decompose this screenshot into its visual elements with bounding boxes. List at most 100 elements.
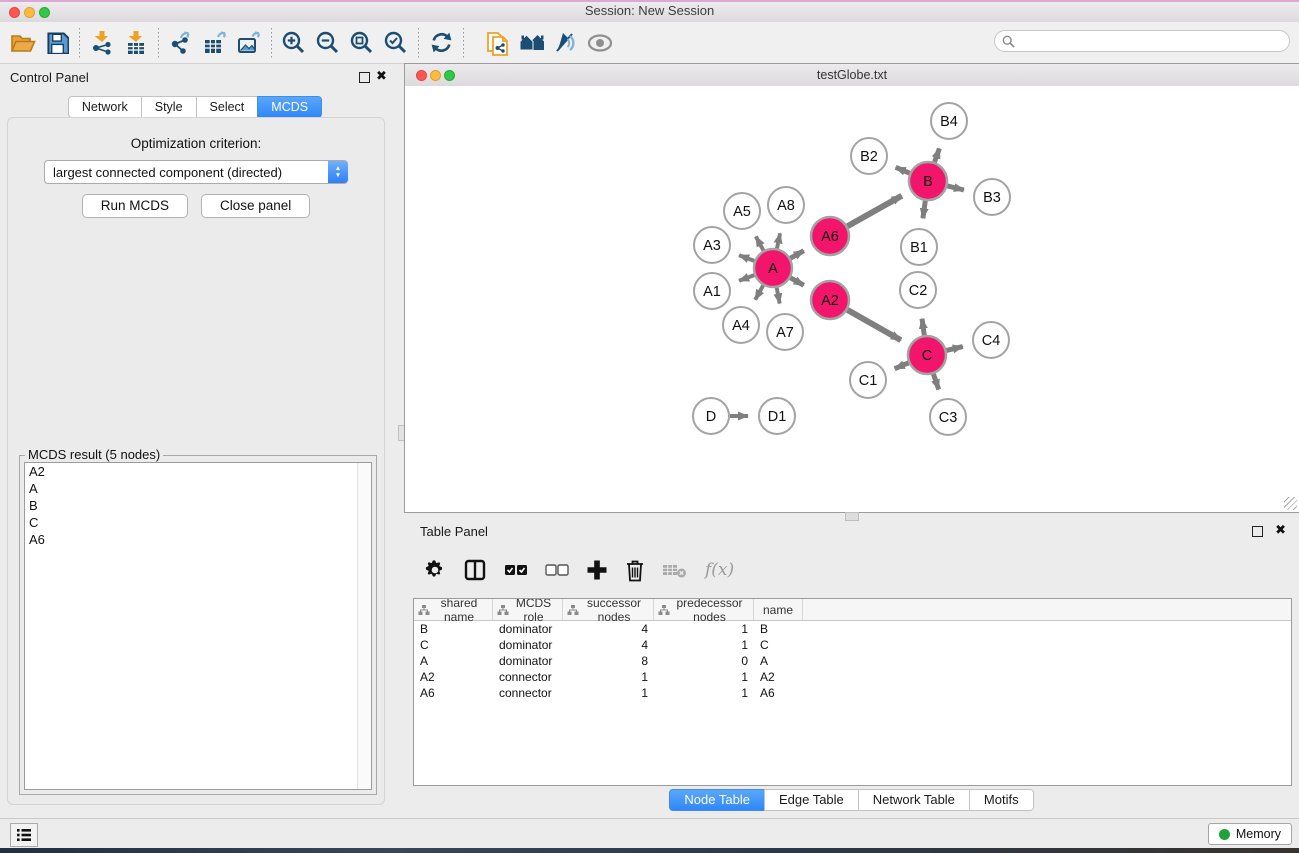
- graph-node-A4[interactable]: A4: [723, 307, 759, 343]
- open-session-button[interactable]: [6, 27, 40, 59]
- refresh-button[interactable]: [424, 27, 458, 59]
- home-button[interactable]: [515, 27, 549, 59]
- delete-table-button[interactable]: [662, 555, 688, 585]
- table-row-a[interactable]: Adominator80A: [414, 653, 1291, 669]
- close-panel-icon[interactable]: ✖: [376, 69, 387, 83]
- tab-style[interactable]: Style: [141, 96, 197, 118]
- table-tab-edge-table[interactable]: Edge Table: [764, 789, 859, 811]
- graph-node-A5[interactable]: A5: [724, 193, 760, 229]
- search-field[interactable]: [994, 30, 1290, 52]
- graph-edge-A-A3[interactable]: [739, 255, 754, 261]
- memory-button[interactable]: Memory: [1208, 823, 1292, 845]
- graph-node-A1[interactable]: A1: [694, 273, 730, 309]
- table-settings-button[interactable]: [424, 555, 446, 585]
- zoom-fit-button[interactable]: [345, 27, 379, 59]
- table-row-b[interactable]: Bdominator41B: [414, 621, 1291, 637]
- graph-edge-A-A7[interactable]: [777, 288, 780, 304]
- network-canvas[interactable]: B4 B2 B B3 A8A5 A6 A3 B1 A C2 A1 A2 A4A7 C4 C C1 D D1 C3: [405, 86, 1299, 512]
- graph-node-C4[interactable]: C4: [973, 322, 1009, 358]
- window-resize-grip[interactable]: [1284, 497, 1297, 510]
- graph-node-B3[interactable]: B3: [974, 179, 1010, 215]
- graph-node-D[interactable]: D: [693, 398, 729, 434]
- table-tab-motifs[interactable]: Motifs: [969, 789, 1034, 811]
- hide-graphics-details-button[interactable]: [549, 27, 583, 59]
- show-hide-panels-button[interactable]: [583, 27, 617, 59]
- graph-node-A6[interactable]: A6: [811, 217, 849, 255]
- tab-select[interactable]: Select: [196, 96, 259, 118]
- graph-edge-B-B2[interactable]: [896, 167, 910, 173]
- graph-edge-A-A6[interactable]: [790, 251, 803, 259]
- zoom-selected-button[interactable]: [379, 27, 413, 59]
- table-tab-node-table[interactable]: Node Table: [669, 789, 765, 811]
- result-item-a2[interactable]: A2: [25, 463, 371, 480]
- session-details-button[interactable]: [481, 27, 515, 59]
- graph-edge-A-A2[interactable]: [790, 278, 803, 286]
- graph-edge-B-B1[interactable]: [923, 201, 925, 219]
- result-item-b[interactable]: B: [25, 497, 371, 514]
- result-item-c[interactable]: C: [25, 514, 371, 531]
- float-panel-icon[interactable]: [359, 72, 370, 83]
- import-network-button[interactable]: [85, 27, 119, 59]
- table-close-panel-icon[interactable]: ✖: [1275, 523, 1286, 537]
- column-header-predecessor-nodes[interactable]: predecessor nodes: [654, 599, 754, 620]
- import-table-button[interactable]: [119, 27, 153, 59]
- table-row-a2[interactable]: A2connector11A2: [414, 669, 1291, 685]
- column-header-name[interactable]: name: [754, 599, 803, 620]
- column-header-mcds-role[interactable]: MCDS role: [493, 599, 563, 620]
- table-row-c[interactable]: Cdominator41C: [414, 637, 1291, 653]
- graph-node-C1[interactable]: C1: [850, 362, 886, 398]
- graph-edge-A6-B[interactable]: [847, 196, 901, 227]
- tab-mcds[interactable]: MCDS: [257, 96, 322, 118]
- zoom-in-button[interactable]: [277, 27, 311, 59]
- graph-node-B1[interactable]: B1: [901, 229, 937, 265]
- graph-node-B2[interactable]: B2: [851, 138, 887, 174]
- graph-node-A7[interactable]: A7: [767, 314, 803, 350]
- graph-node-D1[interactable]: D1: [759, 398, 795, 434]
- search-input[interactable]: [1019, 33, 1289, 49]
- mcds-result-list[interactable]: A2ABCA6: [24, 462, 372, 790]
- table-tab-network-table[interactable]: Network Table: [858, 789, 970, 811]
- graph-edge-A-A1[interactable]: [739, 275, 754, 281]
- close-panel-button[interactable]: Close panel: [201, 194, 310, 218]
- graph-node-A8[interactable]: A8: [768, 187, 804, 223]
- export-image-button[interactable]: [232, 27, 266, 59]
- graph-node-C2[interactable]: C2: [900, 272, 936, 308]
- graph-edge-A2-C[interactable]: [847, 310, 901, 340]
- graph-edge-A-A4[interactable]: [755, 285, 763, 299]
- table-row-a6[interactable]: A6connector11A6: [414, 685, 1291, 701]
- graph-edge-A-A5[interactable]: [756, 237, 764, 251]
- select-all-button[interactable]: [504, 555, 528, 585]
- graph-node-A3[interactable]: A3: [694, 227, 730, 263]
- deselect-all-button[interactable]: [545, 555, 569, 585]
- graph-node-B4[interactable]: B4: [931, 103, 967, 139]
- column-header-shared-name[interactable]: shared name: [414, 599, 493, 620]
- run-mcds-button[interactable]: Run MCDS: [82, 194, 188, 218]
- show-columns-button[interactable]: [463, 555, 487, 585]
- save-session-button[interactable]: [40, 27, 74, 59]
- export-network-button[interactable]: [164, 27, 198, 59]
- criterion-select[interactable]: largest connected component (directed) ▲…: [44, 160, 348, 184]
- table-float-panel-icon[interactable]: [1252, 526, 1263, 537]
- graph-edge-C-C2[interactable]: [922, 319, 924, 336]
- graph-node-A2[interactable]: A2: [811, 281, 849, 319]
- graph-edge-C-C3[interactable]: [933, 374, 938, 390]
- graph-edge-B-B3[interactable]: [947, 186, 964, 190]
- graph-node-C3[interactable]: C3: [930, 399, 966, 435]
- result-item-a[interactable]: A: [25, 480, 371, 497]
- graph-edge-C-C1[interactable]: [895, 363, 909, 369]
- add-column-button[interactable]: [586, 555, 608, 585]
- graph-edge-B-B4[interactable]: [935, 148, 940, 162]
- graph-edge-C-C4[interactable]: [947, 347, 963, 351]
- delete-column-button[interactable]: [625, 555, 645, 585]
- graph-node-A[interactable]: A: [754, 249, 792, 287]
- graph-node-B[interactable]: B: [909, 162, 947, 200]
- graph-node-C[interactable]: C: [908, 336, 946, 374]
- zoom-out-button[interactable]: [311, 27, 345, 59]
- function-builder-button[interactable]: f(x): [705, 555, 734, 585]
- task-history-button[interactable]: [10, 823, 38, 847]
- graph-edge-A-A8[interactable]: [777, 233, 780, 248]
- tab-network[interactable]: Network: [68, 96, 142, 118]
- result-item-a6[interactable]: A6: [25, 531, 371, 548]
- result-scrollbar[interactable]: [357, 463, 371, 789]
- column-header-successor-nodes[interactable]: successor nodes: [563, 599, 654, 620]
